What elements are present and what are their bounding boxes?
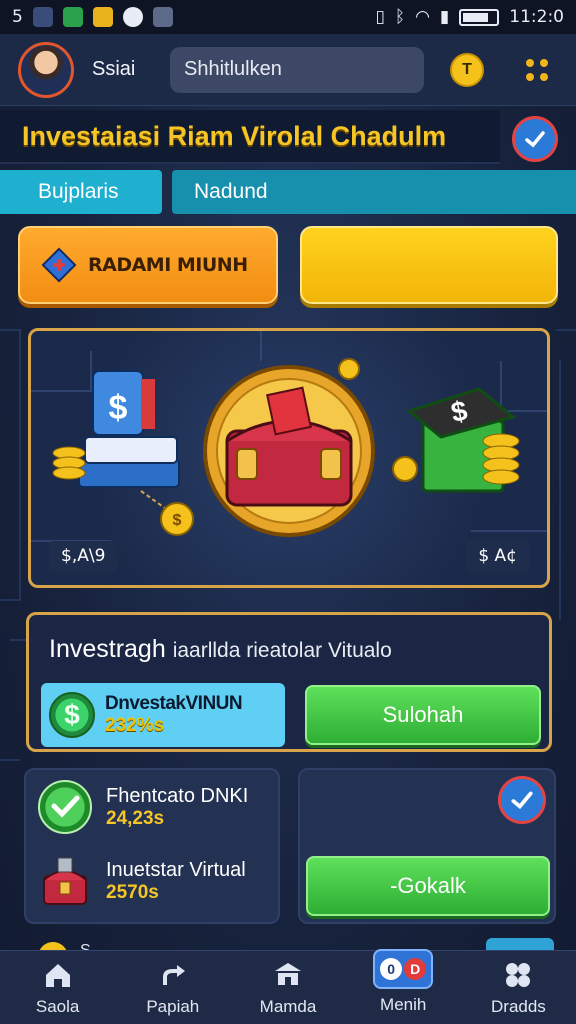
holding-value: 2570s: [106, 881, 159, 903]
dot-icon: [540, 58, 548, 67]
invest-panel: Investragh iaarllda rieatolar Vitualo $ …: [26, 612, 552, 752]
search-box[interactable]: [170, 46, 449, 93]
nav-item-mamda[interactable]: Mamda: [230, 951, 345, 1024]
check-heart-icon: [38, 780, 92, 834]
holding-name: Fhentcato DNKI: [106, 784, 249, 807]
status-bar: 5 ▯ ᛒ ◠ ▮ 11:2:0: [0, 0, 576, 34]
status-number: 5: [12, 7, 23, 27]
app-notification-icon: [32, 7, 53, 27]
coin-notification-icon: [92, 7, 113, 27]
status-left: 5: [12, 7, 173, 27]
holding-row[interactable]: Fhentcato DNKI 24,23s: [38, 780, 248, 834]
badge-left: 0: [380, 957, 403, 980]
primary-action-label: RADAMI MIUNH: [88, 254, 248, 276]
game-notification-icon: [62, 7, 83, 27]
app-header: Ssiai T: [0, 34, 576, 106]
avatar[interactable]: [18, 41, 74, 98]
dot-icon: [540, 72, 548, 81]
wifi-icon: ◠: [415, 7, 430, 27]
active-tab-badge: 0 D: [373, 948, 434, 989]
page-title: Investaiasi Riam Virolal Chadulm: [22, 120, 447, 151]
hero-left-label: $,A\9: [49, 541, 118, 571]
hero-right-label: $ A¢: [466, 541, 529, 571]
status-time: 11:2:0: [509, 7, 564, 27]
sync-notification-icon: [122, 7, 143, 27]
checkmark-badge-button[interactable]: [498, 776, 546, 824]
money-books-illustration: $ $: [52, 370, 194, 536]
secondary-action-button[interactable]: [300, 226, 558, 304]
checkmark-icon: [511, 791, 533, 810]
nav-item-dradds[interactable]: Dradds: [461, 951, 576, 1024]
diamond-icon: [41, 247, 77, 283]
vibrate-icon: ▯: [375, 7, 385, 27]
invest-title-main: Investragh: [49, 635, 166, 663]
dot-icon: [526, 58, 534, 67]
nav-label: Mamda: [259, 996, 317, 1016]
holding-row[interactable]: Inuetstar Virtual 2570s: [38, 854, 246, 908]
menu-dots-button[interactable]: [522, 55, 552, 85]
nav-label: Dradds: [491, 996, 546, 1016]
invest-card-value: 232%s: [105, 715, 165, 736]
holdings-card: Fhentcato DNKI 24,23s Inuetstar Virtual …: [24, 768, 280, 924]
invest-title-sub: iaarllda rieatolar Vitualo: [172, 639, 392, 662]
signal-icon: ▮: [439, 7, 450, 27]
primary-action-button[interactable]: RADAMI MIUNH: [18, 226, 278, 304]
dot-icon: [526, 72, 534, 81]
share-icon: [162, 964, 185, 985]
bank-icon: [275, 962, 301, 985]
nav-label: Papiah: [146, 996, 200, 1016]
svg-text:$: $: [173, 512, 182, 529]
bluetooth-icon: ᛒ: [394, 7, 406, 27]
action-card: -Gokalk: [298, 768, 556, 924]
title-bar: Investaiasi Riam Virolal Chadulm: [0, 110, 500, 164]
invest-panel-title: Investragh iaarllda rieatolar Vitualo: [49, 635, 392, 664]
svg-text:$: $: [109, 389, 128, 427]
hero-panel: $ $ $ $,A\9 $ A¢: [28, 328, 550, 588]
nav-label: Saola: [35, 996, 80, 1016]
invest-card-name: DnvestakVINUN: [105, 693, 243, 714]
coin-button[interactable]: T: [450, 52, 484, 87]
treasure-chest-illustration: [203, 358, 375, 537]
dollar-coin-icon: $: [49, 692, 95, 738]
nav-item-saola[interactable]: Saola: [0, 951, 115, 1024]
tab-bujplaris[interactable]: Bujplaris: [0, 170, 162, 214]
gokalk-button[interactable]: -Gokalk: [306, 856, 550, 916]
holding-value: 24,23s: [106, 807, 165, 829]
invest-card[interactable]: $ DnvestakVINUN 232%s: [41, 683, 285, 747]
battery-icon: [459, 8, 500, 26]
nav-item-menih[interactable]: 0 D Menih: [346, 948, 461, 1024]
chest-icon: [43, 857, 87, 905]
sulohah-button[interactable]: Sulohah: [305, 685, 541, 745]
user-name: Ssiai: [92, 58, 136, 80]
tab-row: Bujplaris Nadund: [0, 170, 576, 214]
photo-notification-icon: [152, 7, 173, 27]
nav-item-papiah[interactable]: Papiah: [115, 951, 230, 1024]
search-input[interactable]: [184, 58, 449, 81]
status-right: ▯ ᛒ ◠ ▮ 11:2:0: [376, 7, 564, 27]
verify-badge-button[interactable]: [512, 116, 558, 162]
home-icon: [45, 963, 70, 987]
bottom-nav: Saola Papiah Mamda 0 D Menih Dradds: [0, 948, 576, 1024]
grid-icon: [506, 962, 531, 987]
tab-nadund[interactable]: Nadund: [172, 170, 576, 214]
holding-name: Inuetstar Virtual: [106, 858, 246, 881]
badge-right: D: [404, 957, 427, 980]
checkmark-icon: [525, 131, 545, 148]
nav-label: Menih: [380, 994, 427, 1014]
